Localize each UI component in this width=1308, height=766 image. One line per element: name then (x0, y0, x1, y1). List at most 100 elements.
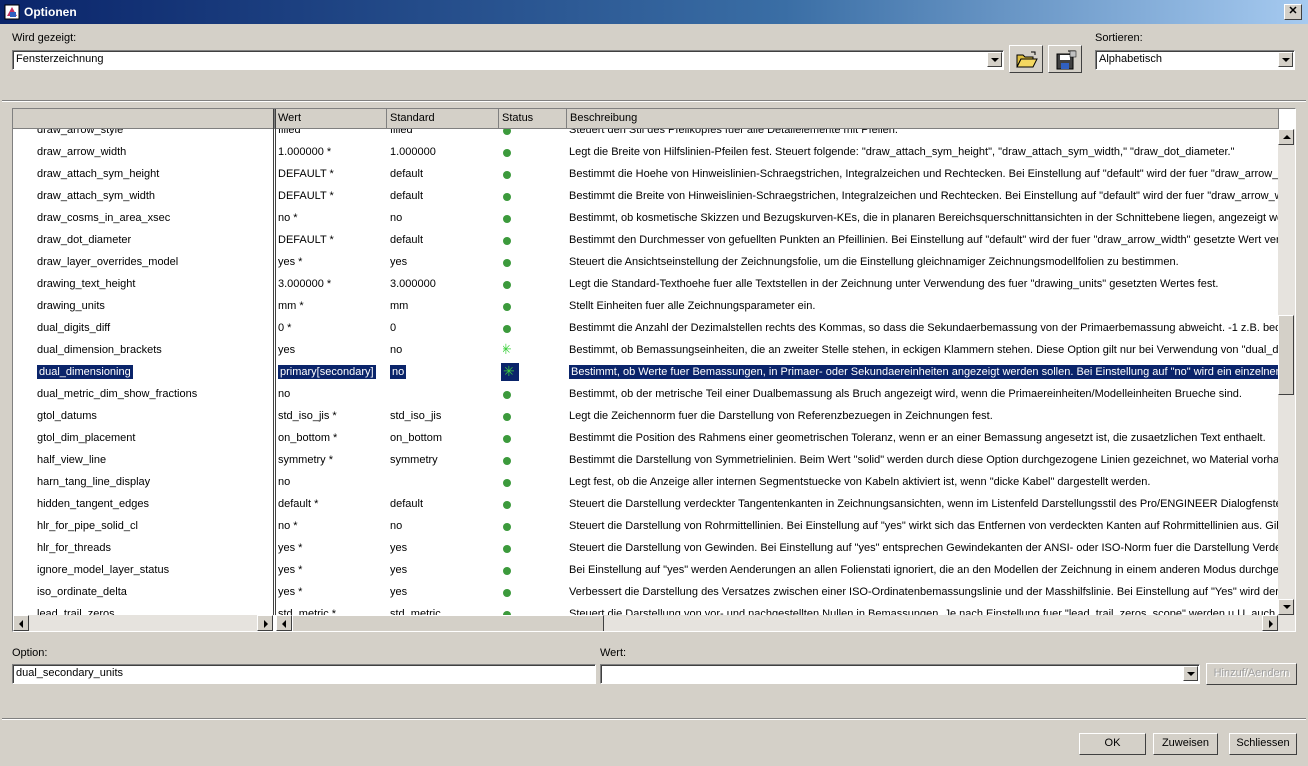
vertical-scrollbar[interactable] (1278, 129, 1295, 615)
open-config-button[interactable] (1009, 45, 1043, 73)
vertical-scroll-thumb[interactable] (1278, 315, 1294, 395)
table-row[interactable]: dual_dimensioning primary[secondary] no ✳ Be… (13, 361, 1279, 383)
shown-label: Wird gezeigt: (12, 32, 77, 44)
shown-select[interactable]: Fensterzeichnung (12, 50, 1004, 70)
table-row[interactable]: draw_attach_sym_width DEFAULT * default Bes… (13, 185, 1279, 207)
description-text: Stellt Einheiten fuer alle Zeichnungspar… (569, 300, 816, 312)
table-row[interactable]: half_view_line symmetry * symmetry Bestimmt… (13, 449, 1279, 471)
description-text: Steuert die Darstellung von Rohrmittelli… (569, 520, 1279, 532)
header-standard[interactable]: Standard (387, 109, 499, 129)
default-cell: default (390, 185, 498, 207)
scroll-right-button[interactable] (1262, 615, 1278, 631)
header-beschreibung[interactable]: Beschreibung (567, 109, 1279, 129)
assign-button[interactable]: Zuweisen (1153, 733, 1218, 755)
table-row[interactable]: hlr_for_pipe_solid_cl no * no Steuert die D… (13, 515, 1279, 537)
value-cell: 1.000000 * (278, 141, 386, 163)
chevron-down-icon[interactable] (1278, 52, 1293, 67)
chevron-down-icon[interactable] (987, 52, 1002, 67)
table-row[interactable]: gtol_datums std_iso_jis * std_iso_jis Legt … (13, 405, 1277, 427)
option-name: dual_dimensioning (37, 365, 133, 379)
status-cell (503, 273, 563, 295)
option-input[interactable]: dual_secondary_units (12, 664, 596, 684)
value-text: symmetry * (278, 454, 333, 466)
sort-select[interactable]: Alphabetisch (1095, 50, 1295, 70)
header-wert[interactable]: Wert (275, 109, 387, 129)
description-cell: Bestimmt, ob Bemassungseinheiten, die an… (569, 339, 1279, 361)
value-cell: yes (278, 339, 386, 361)
description-cell: Legt fest, ob die Anzeige aller internen… (569, 471, 1279, 493)
table-row[interactable]: ignore_model_layer_status yes * yes Bei Ein… (13, 559, 1279, 581)
arrow-down-icon (1283, 605, 1291, 609)
ok-button[interactable]: OK (1079, 733, 1146, 755)
value-text: DEFAULT * (278, 168, 334, 180)
table-row[interactable]: draw_layer_overrides_model yes * yes Steuer… (13, 251, 1277, 273)
table-row[interactable]: iso_ordinate_delta yes * yes Verbessert die… (13, 581, 1279, 603)
default-cell: default (390, 163, 498, 185)
scroll-left-button[interactable] (13, 615, 29, 631)
table-row[interactable]: drawing_units mm * mm Stellt Einheiten fuer… (13, 295, 1277, 317)
sort-select-value: Alphabetisch (1099, 53, 1162, 65)
description-cell: Bestimmt, ob kosmetische Skizzen und Bez… (569, 207, 1279, 229)
table-row[interactable]: hidden_tangent_edges default * default Steu… (13, 493, 1279, 515)
default-text: std_iso_jis (390, 410, 442, 422)
header-name[interactable] (13, 109, 275, 129)
wert-select[interactable] (600, 664, 1200, 684)
description-text: Legt fest, ob die Anzeige aller internen… (569, 476, 1151, 488)
option-name: draw_arrow_width (37, 146, 127, 158)
scroll-down-button[interactable] (1278, 599, 1294, 615)
default-cell: yes (390, 581, 498, 603)
table-row[interactable]: dual_digits_diff 0 * 0 Bestimmt die Anzahl … (13, 317, 1279, 339)
close-window-button[interactable]: ✕ (1284, 4, 1302, 20)
description-cell: Steuert die Darstellung verdeckter Tange… (569, 493, 1279, 515)
table-row[interactable]: draw_attach_sym_height DEFAULT * default Be… (13, 163, 1279, 185)
default-cell: on_bottom (390, 427, 498, 449)
table-row[interactable]: drawing_text_height 3.000000 * 3.000000 Leg… (13, 273, 1277, 295)
save-config-button[interactable] (1048, 45, 1082, 73)
status-cell (503, 427, 563, 449)
horizontal-scroll-thumb[interactable] (292, 615, 604, 631)
horizontal-scrollbar-right[interactable] (276, 615, 1295, 631)
table-row[interactable]: gtol_dim_placement on_bottom * on_bottom Be… (13, 427, 1277, 449)
apply-value-button[interactable]: Hinzuf/Aendern (1206, 663, 1297, 685)
header-status[interactable]: Status (499, 109, 567, 129)
description-cell: Bestimmt, ob Werte fuer Bemassungen, in … (569, 361, 1279, 383)
app-icon (4, 4, 20, 20)
default-text: no (390, 344, 403, 356)
description-text: Bestimmt die Anzahl der Dezimalstellen r… (569, 322, 1279, 334)
option-input-value: dual_secondary_units (16, 667, 124, 679)
value-cell: filled (278, 129, 386, 141)
value-text: no * (278, 520, 298, 532)
value-text: no (278, 388, 291, 400)
close-icon: ✕ (1288, 5, 1298, 17)
description-cell: Bestimmt die Breite von Hinweislinien-Sc… (569, 185, 1279, 207)
table-row[interactable]: draw_arrow_width 1.000000 * 1.000000 Legt d… (13, 141, 1277, 163)
table-row[interactable]: draw_arrow_style filled filled Steuert den … (13, 129, 1277, 141)
option-name-cell: draw_attach_sym_width (37, 185, 287, 207)
horizontal-scrollbar-left[interactable] (13, 615, 273, 631)
scroll-right-button[interactable] (257, 615, 273, 631)
option-name-cell: harn_tang_line_display (37, 471, 287, 493)
close-button[interactable]: Schliessen (1229, 733, 1297, 755)
description-text: Steuert die Darstellung von vor- und nac… (569, 608, 1279, 615)
scroll-left-button[interactable] (276, 615, 292, 631)
title-bar: Optionen ✕ (0, 0, 1308, 24)
scroll-up-button[interactable] (1278, 129, 1294, 145)
table-row[interactable]: draw_cosms_in_area_xsec no * no Bestimmt, o… (13, 207, 1279, 229)
default-text: on_bottom (390, 432, 442, 444)
value-cell: mm * (278, 295, 386, 317)
table-row[interactable]: harn_tang_line_display no Legt fest, ob di… (13, 471, 1277, 493)
chevron-down-icon[interactable] (1183, 666, 1198, 681)
value-cell: symmetry * (278, 449, 386, 471)
default-text: yes (390, 564, 408, 576)
description-cell: Bestimmt die Darstellung von Symmetrieli… (569, 449, 1279, 471)
table-row[interactable]: draw_dot_diameter DEFAULT * default Bestimm… (13, 229, 1279, 251)
table-row[interactable]: hlr_for_threads yes * yes Steuert die Darst… (13, 537, 1279, 559)
table-row[interactable]: dual_metric_dim_show_fractions no Bestimmt… (13, 383, 1277, 405)
status-cell (503, 141, 563, 163)
status-cell (503, 471, 563, 493)
option-name-cell: draw_layer_overrides_model (37, 251, 287, 273)
table-row[interactable]: lead_trail_zeros std_metric * std_metric St… (13, 603, 1279, 615)
value-text: 1.000000 * (278, 146, 332, 158)
default-cell: yes (390, 559, 498, 581)
table-row[interactable]: dual_dimension_brackets yes no ✳ Bestimmt, o… (13, 339, 1279, 361)
